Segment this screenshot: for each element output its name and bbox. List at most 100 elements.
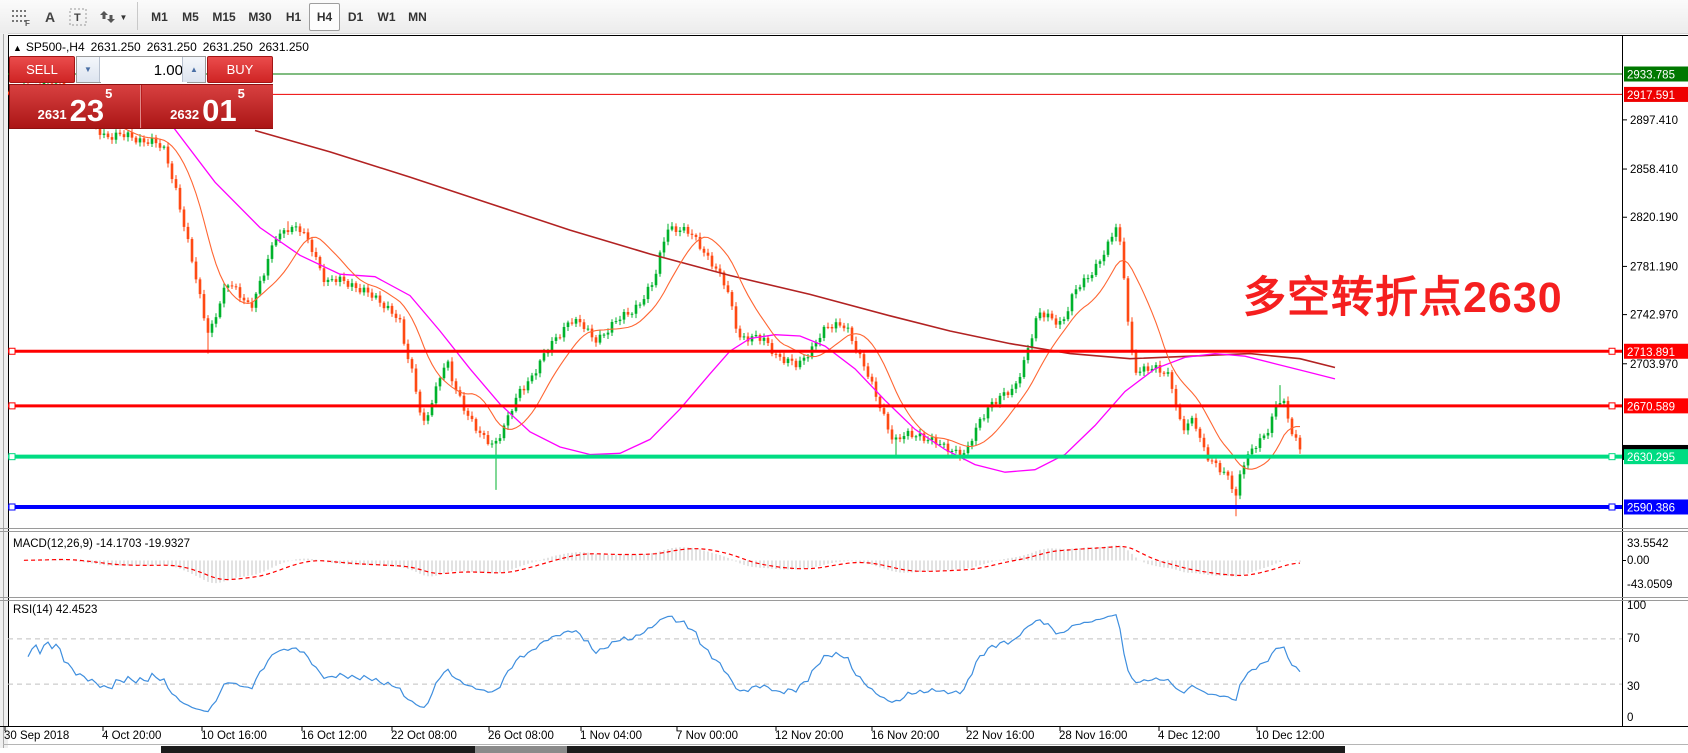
horizontal-line-2713.891[interactable]: 2713.891: [8, 343, 1688, 359]
candle-body: [1110, 236, 1114, 242]
candle-body: [182, 209, 186, 227]
candle-body: [514, 397, 518, 411]
candle-body: [270, 245, 274, 259]
candle-body: [682, 226, 686, 231]
quote-display: 2631 23 5 2632 01 5: [9, 84, 273, 129]
candle-body: [778, 354, 782, 357]
candle-body: [826, 326, 830, 328]
candle-body: [1086, 278, 1090, 280]
candle-body: [654, 273, 658, 286]
volume-input[interactable]: [101, 57, 187, 84]
candle-body: [942, 443, 946, 445]
sell-price-big: 23: [69, 93, 105, 128]
candle-body: [222, 287, 226, 304]
candle-body: [242, 297, 246, 301]
candle-body: [230, 285, 234, 287]
time-axis-label: 10 Oct 16:00: [201, 730, 267, 742]
horizontal-line-2590.386[interactable]: 2590.386: [8, 499, 1688, 515]
line-handle-left[interactable]: [8, 503, 16, 511]
candle-body: [1218, 463, 1222, 473]
line-handle-left[interactable]: [8, 402, 16, 410]
candle-body: [326, 279, 330, 283]
sell-price-button[interactable]: 2631 23 5: [10, 85, 141, 128]
candle-body: [914, 436, 918, 438]
candle-body: [338, 276, 342, 282]
candle-body: [954, 449, 958, 451]
candle-body: [302, 232, 306, 234]
line-handle-right[interactable]: [1608, 347, 1616, 355]
rsi-indicator: [8, 613, 1622, 713]
candle-body: [498, 438, 502, 441]
candle-body: [218, 303, 222, 318]
volume-increase-button[interactable]: ▲: [182, 57, 205, 82]
line-handle-right[interactable]: [1608, 503, 1616, 511]
candle-body: [138, 138, 142, 143]
candle-body: [282, 230, 286, 234]
price-tag-label: 2933.785: [1627, 70, 1675, 82]
price-tick-label: 2897.410: [1630, 115, 1678, 127]
candle-body: [1166, 372, 1170, 374]
ma-slow-line: [254, 129, 1336, 369]
candle-body: [678, 230, 682, 232]
candle-body: [526, 381, 530, 391]
open-value: 2631.250: [90, 40, 141, 54]
time-axis-label: 16 Nov 20:00: [871, 730, 939, 742]
candle-body: [350, 283, 354, 287]
candle-body: [1198, 428, 1202, 438]
line-handle-left[interactable]: [8, 347, 16, 355]
buy-button[interactable]: BUY: [207, 56, 273, 83]
candle-body: [238, 287, 242, 298]
candle-body: [1098, 261, 1102, 264]
candle-body: [1014, 383, 1018, 389]
candle-body: [1182, 419, 1186, 431]
candle-body: [886, 413, 890, 430]
volume-stepper: ▼ ▲: [76, 56, 206, 84]
candle-body: [650, 285, 654, 287]
candle-body: [1298, 437, 1302, 450]
candle-body: [1238, 474, 1242, 496]
candle-body: [278, 233, 282, 240]
candle-body: [578, 318, 582, 323]
candle-body: [638, 304, 642, 306]
buy-price-button[interactable]: 2632 01 5: [142, 85, 273, 128]
price-tag-label: 2670.589: [1627, 401, 1675, 413]
candle-body: [134, 137, 138, 143]
chart-text-annotation[interactable]: 多空转折点2630: [1243, 263, 1563, 325]
sell-button[interactable]: SELL: [9, 56, 75, 83]
candle-body: [106, 133, 110, 138]
candle-body: [738, 328, 742, 338]
candle-body: [1090, 275, 1094, 279]
line-handle-left[interactable]: [8, 453, 16, 461]
candle-body: [110, 137, 114, 140]
sell-price-prefix: 2631: [37, 107, 67, 122]
candle-body: [730, 292, 734, 307]
macd-signal-line: [23, 545, 1301, 581]
candle-body: [742, 336, 746, 338]
candle-body: [1134, 350, 1138, 373]
candle-body: [706, 252, 710, 256]
rsi-scale-label: 100: [1627, 600, 1646, 612]
candle-body: [786, 358, 790, 364]
candle-body: [882, 408, 886, 414]
macd-scale-label: 33.5542: [1627, 538, 1669, 550]
candle-body: [1162, 372, 1166, 374]
time-axis-label: 4 Oct 20:00: [102, 730, 161, 742]
horizontal-line-2630.295[interactable]: 2630.295: [8, 449, 1688, 465]
candle-body: [1002, 392, 1006, 396]
candle-body: [606, 332, 610, 335]
candle-body: [802, 357, 806, 361]
horizontal-line-2670.589[interactable]: 2670.589: [8, 398, 1688, 414]
candle-body: [1286, 400, 1290, 419]
price-tick-label: 2858.410: [1630, 164, 1678, 176]
candle-body: [486, 435, 490, 445]
line-handle-right[interactable]: [1608, 453, 1616, 461]
line-handle-right[interactable]: [1608, 402, 1616, 410]
time-axis-label: 1 Nov 04:00: [580, 730, 642, 742]
candle-body: [994, 401, 998, 405]
volume-decrease-button[interactable]: ▼: [77, 57, 100, 82]
time-axis-label: 16 Oct 12:00: [301, 730, 367, 742]
candle-body: [506, 415, 510, 426]
candle-body: [598, 334, 602, 343]
moving-averages: [15, 78, 1336, 473]
candle-body: [846, 327, 850, 329]
